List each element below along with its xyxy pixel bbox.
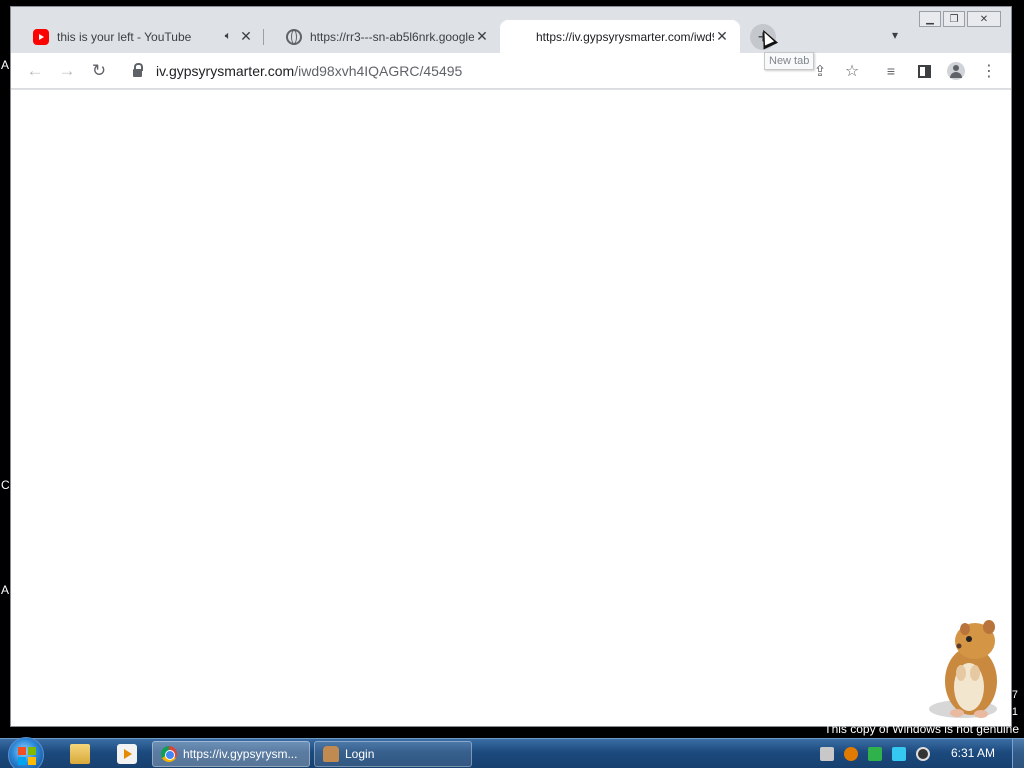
tab-title: this is your left - YouTube [57, 29, 192, 44]
globe-icon [286, 28, 302, 45]
forward-button[interactable]: → [55, 59, 79, 83]
profile-icon[interactable] [944, 59, 968, 83]
browser-toolbar: ← → ↻ iv.gypsyrysmarter.com/iwd98xvh4IQA… [11, 53, 1011, 89]
taskbar-item-label: https://iv.gypsyrysm... [183, 747, 298, 761]
desktop-icon-label-a2: A [1, 583, 10, 597]
taskbar: https://iv.gypsyrysm... Login 6:31 AM [0, 737, 1024, 768]
url-host: iv.gypsyrysmarter.com [156, 63, 295, 79]
tab-strip: this is your left - YouTube 🔈︎ ✕ https:/… [11, 20, 1011, 53]
taskbar-item-login[interactable]: Login [314, 741, 472, 767]
tray-app-icon[interactable] [868, 747, 882, 761]
tab-title: https://rr3---sn-ab5l6nrk.googlevideo.co… [310, 29, 474, 44]
file-explorer-icon[interactable] [70, 744, 90, 764]
tab-close-button[interactable]: ✕ [474, 28, 490, 45]
show-desktop-button[interactable] [1012, 739, 1024, 768]
tray-monitor-icon[interactable] [892, 747, 906, 761]
bookmark-star-icon[interactable]: ☆ [840, 59, 864, 83]
taskbar-clock[interactable]: 6:31 AM [951, 746, 995, 760]
url-path: /iwd98xvh4IQAGRC/45495 [294, 63, 463, 79]
tab-close-button[interactable]: ✕ [714, 28, 730, 45]
tray-volume-icon[interactable] [916, 747, 930, 761]
reload-button[interactable]: ↻ [87, 59, 111, 83]
login-icon [323, 746, 339, 762]
tab-title: https://iv.gypsyrysmarter.com/iwd98xvh4I… [536, 29, 714, 44]
tab-gypsyrysmarter[interactable]: https://iv.gypsyrysmarter.com/iwd98xvh4I… [500, 20, 740, 53]
start-button[interactable] [8, 737, 44, 768]
tab-youtube[interactable]: this is your left - YouTube 🔈︎ ✕ [11, 20, 264, 53]
youtube-icon [33, 28, 49, 45]
tab-search-chevron-icon[interactable]: ▾ [885, 28, 905, 48]
tray-search-icon[interactable] [844, 747, 858, 761]
lock-icon[interactable] [133, 63, 143, 77]
hamster-mascot-icon [929, 620, 997, 718]
media-player-icon[interactable] [117, 744, 137, 764]
page-content [11, 90, 1011, 726]
back-button[interactable]: ← [23, 59, 47, 83]
more-menu-icon[interactable]: ⋮ [977, 59, 1001, 83]
chrome-icon [161, 746, 177, 762]
desktop-icon-label-a: A [1, 58, 10, 72]
new-tab-tooltip: New tab [764, 52, 815, 70]
taskbar-item-label: Login [345, 747, 375, 761]
side-panel-icon[interactable] [912, 59, 936, 83]
desktop-icon-label-c: C [1, 478, 10, 492]
windows-genuine-watermark: This copy of Windows is not genuine [824, 722, 1019, 736]
speaker-icon[interactable]: 🔈︎ [218, 30, 238, 43]
tray-network-icon[interactable] [820, 747, 834, 761]
browser-window: ▁ ❐ ✕ this is your left - YouTube 🔈︎ ✕ h… [10, 6, 1012, 727]
reading-list-icon[interactable]: ≡ [879, 59, 903, 83]
address-bar[interactable]: iv.gypsyrysmarter.com/iwd98xvh4IQAGRC/45… [123, 56, 833, 86]
tab-googlevideo[interactable]: https://rr3---sn-ab5l6nrk.googlevideo.co… [264, 20, 500, 53]
taskbar-item-chrome[interactable]: https://iv.gypsyrysm... [152, 741, 310, 767]
tab-close-button[interactable]: ✕ [238, 28, 254, 45]
